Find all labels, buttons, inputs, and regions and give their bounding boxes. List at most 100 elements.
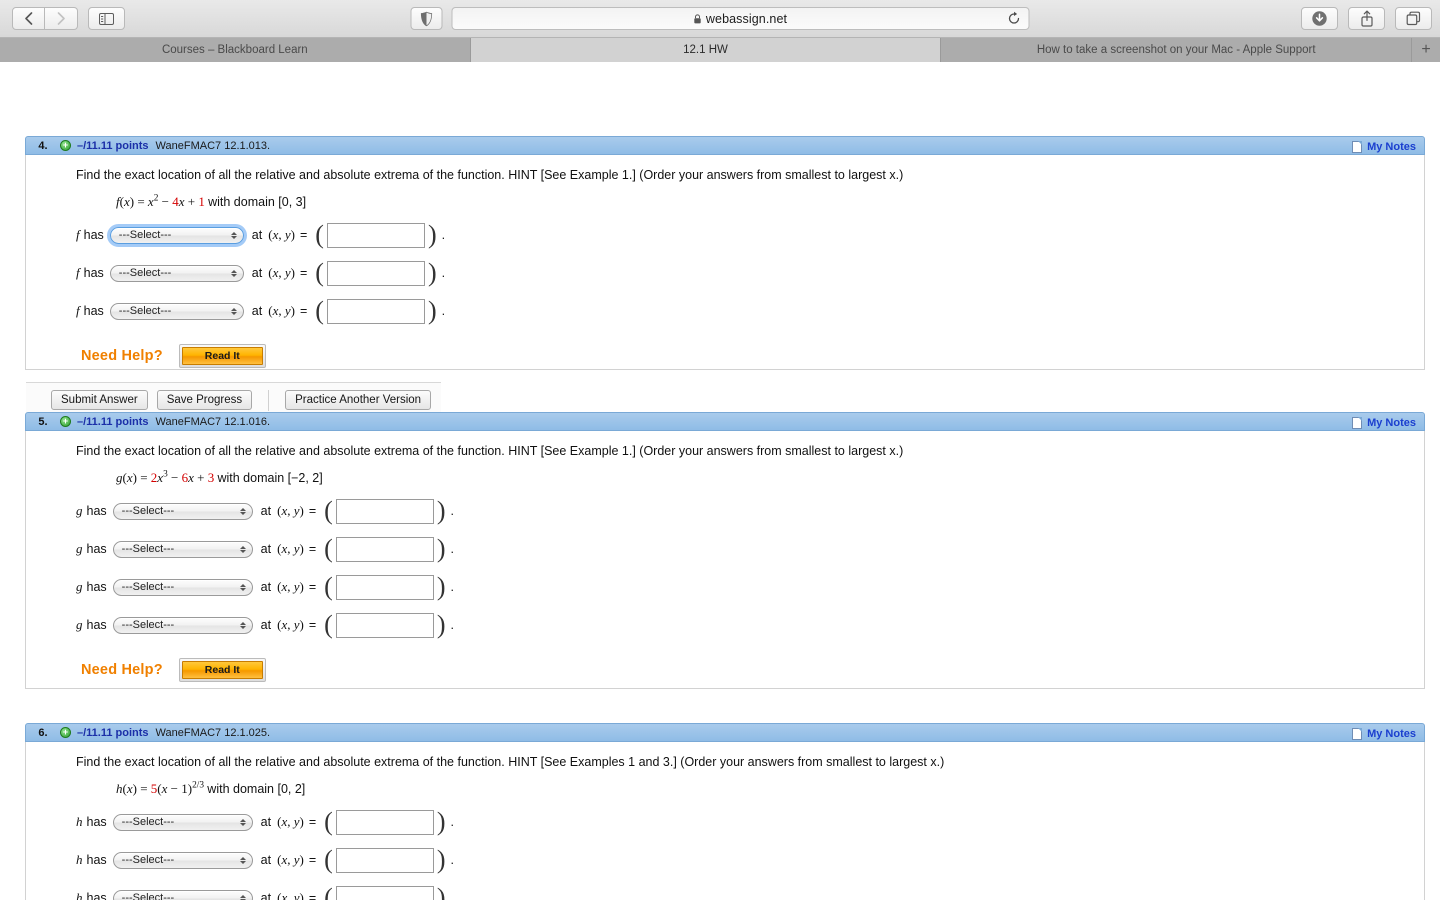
tab-12-1-hw[interactable]: 12.1 HW [470, 38, 942, 62]
lock-icon [694, 13, 702, 23]
has-label: has [86, 504, 107, 519]
function-variable: h [76, 852, 83, 868]
question-number-4: 4. [38, 139, 48, 152]
answer-row: g has ---Select--- at (x, y) =(). [76, 572, 454, 602]
extrema-type-select[interactable]: ---Select--- [109, 302, 244, 320]
action-divider [268, 389, 270, 411]
extrema-type-select[interactable]: ---Select--- [112, 889, 253, 900]
browser-toolbar: webassign.net [0, 0, 1440, 38]
coordinate-input[interactable] [335, 612, 434, 638]
at-label: at [251, 266, 263, 281]
url-text-row: webassign.net [694, 12, 787, 26]
has-label: has [86, 542, 107, 557]
question-points-5: –/11.11 points [77, 415, 149, 428]
submit-answer-button[interactable]: Submit Answer [51, 390, 148, 411]
sidebar-toggle-button[interactable] [88, 7, 125, 30]
downloads-button[interactable] [1301, 7, 1338, 30]
question-formula-5: g(x) = 2x3 − 6x + 3 with domain [−2, 2] [116, 469, 323, 485]
at-label: at [260, 580, 272, 595]
at-label: at [251, 228, 263, 243]
period: . [450, 815, 454, 830]
coordinate-input[interactable] [335, 536, 434, 562]
extrema-type-select[interactable]: ---Select--- [109, 264, 244, 282]
tab-courses-blackboard[interactable]: Courses – Blackboard Learn [0, 38, 471, 62]
read-it-button[interactable]: Read It [181, 346, 263, 365]
coordinate-input[interactable] [335, 847, 434, 873]
at-label: at [260, 891, 272, 900]
coordinate-input[interactable] [335, 809, 434, 835]
forward-button[interactable] [45, 7, 78, 30]
my-notes-link-6[interactable]: My Notes [1352, 724, 1416, 743]
question-code-4: WaneFMAC7 12.1.013. [155, 139, 271, 152]
xy-label: (x, y) [277, 852, 304, 868]
equals-sign: = [299, 304, 308, 319]
extrema-type-select[interactable]: ---Select--- [112, 578, 253, 596]
privacy-shield-button[interactable] [410, 7, 443, 30]
answer-row: g has ---Select--- at (x, y) =(). [76, 610, 454, 640]
my-notes-link-4[interactable]: My Notes [1352, 137, 1416, 156]
select-value: ---Select--- [121, 854, 175, 867]
function-variable: h [76, 814, 83, 830]
practice-another-version-button[interactable]: Practice Another Version [285, 390, 432, 411]
coordinate-input[interactable] [326, 298, 425, 324]
reload-button[interactable] [1008, 11, 1021, 31]
extrema-type-select[interactable]: ---Select--- [106, 223, 247, 247]
expand-plus-icon[interactable]: + [60, 416, 71, 427]
navigation-buttons [12, 7, 78, 30]
equals-sign: = [308, 618, 317, 633]
xy-label: (x, y) [277, 890, 304, 900]
xy-label: (x, y) [277, 617, 304, 633]
extrema-type-select[interactable]: ---Select--- [112, 813, 253, 831]
period: . [450, 580, 454, 595]
at-label: at [260, 853, 272, 868]
period: . [441, 228, 446, 243]
extrema-type-select[interactable]: ---Select--- [112, 540, 253, 558]
read-it-button[interactable]: Read It [181, 660, 263, 679]
answer-rows-6: h has ---Select--- at (x, y) =(). h has ---Selec… [76, 809, 1424, 900]
function-variable: f [76, 303, 80, 319]
need-help-5: Need Help? Read It [81, 657, 1424, 682]
address-bar-group: webassign.net [410, 7, 1030, 31]
back-button[interactable] [12, 7, 45, 30]
has-label: has [86, 618, 107, 633]
select-value: ---Select--- [121, 816, 175, 829]
expand-plus-icon[interactable]: + [60, 140, 71, 151]
period: . [441, 304, 446, 319]
note-page-icon [1352, 416, 1363, 429]
question-header-4: 4. + –/11.11 points WaneFMAC7 12.1.013. … [25, 136, 1425, 155]
coordinate-input[interactable] [335, 574, 434, 600]
expand-plus-icon[interactable]: + [60, 727, 71, 738]
extrema-type-select[interactable]: ---Select--- [112, 502, 253, 520]
extrema-type-select[interactable]: ---Select--- [112, 851, 253, 869]
answer-row: h has ---Select--- at (x, y) =(). [76, 845, 454, 875]
select-value: ---Select--- [121, 543, 175, 556]
my-notes-link-5[interactable]: My Notes [1352, 413, 1416, 432]
back-arrow-icon [25, 12, 33, 25]
coordinate-input[interactable] [326, 222, 425, 248]
sidebar-toggle-icon [99, 12, 114, 25]
equals-sign: = [308, 891, 317, 900]
share-button[interactable] [1348, 7, 1385, 30]
chevron-updown-icon [237, 580, 250, 595]
extrema-type-select[interactable]: ---Select--- [112, 616, 253, 634]
url-host: webassign.net [705, 11, 788, 26]
url-input[interactable]: webassign.net [451, 7, 1030, 31]
chevron-updown-icon [237, 618, 250, 633]
question-prompt-6: Find the exact location of all the relat… [76, 755, 945, 769]
question-header-5: 5. + –/11.11 points WaneFMAC7 12.1.016. … [25, 412, 1425, 431]
question-block-4: 4. + –/11.11 points WaneFMAC7 12.1.013. … [25, 136, 1425, 418]
at-label: at [251, 304, 263, 319]
tab-apple-support[interactable]: How to take a screenshot on your Mac - A… [941, 38, 1413, 62]
coordinate-input[interactable] [326, 260, 425, 286]
select-value: ---Select--- [121, 505, 175, 518]
question-code-6: WaneFMAC7 12.1.025. [155, 726, 271, 739]
note-page-icon [1352, 727, 1363, 740]
coordinate-input[interactable] [335, 885, 434, 900]
save-progress-button[interactable]: Save Progress [156, 390, 253, 411]
new-tab-button[interactable]: + [1412, 38, 1440, 62]
xy-label: (x, y) [268, 227, 295, 243]
tab-overview-button[interactable] [1395, 7, 1432, 30]
has-label: has [86, 580, 107, 595]
coordinate-input[interactable] [335, 498, 434, 524]
equals-sign: = [308, 580, 317, 595]
